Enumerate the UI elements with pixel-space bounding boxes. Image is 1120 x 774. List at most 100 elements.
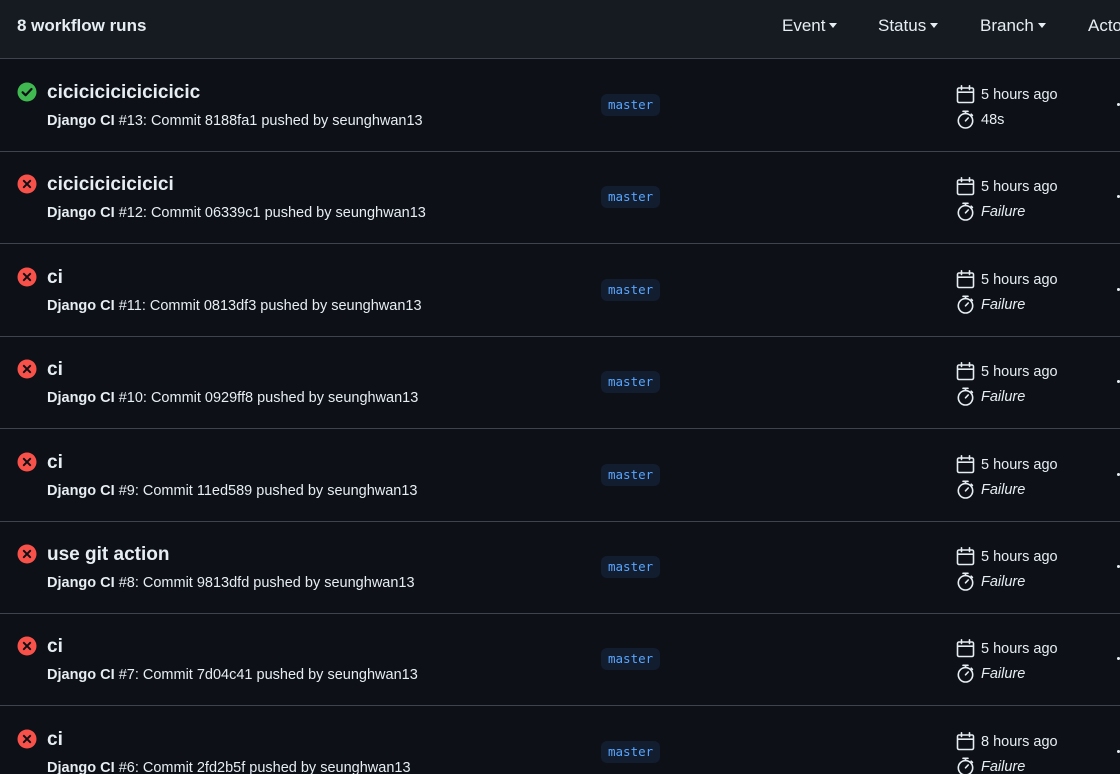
run-time: 5 hours ago <box>981 364 1058 381</box>
x-circle-icon <box>17 636 37 656</box>
run-time: 5 hours ago <box>981 641 1058 658</box>
run-duration: Failure <box>981 758 1026 774</box>
run-time: 5 hours ago <box>981 87 1058 103</box>
branch-badge[interactable]: master <box>601 186 661 209</box>
run-duration: 48s <box>981 112 1005 128</box>
stopwatch-icon <box>956 664 975 684</box>
branch-badge[interactable]: master <box>601 278 661 301</box>
workflow-name: Django CI <box>47 575 115 591</box>
runs-count-title: 8 workflow runs <box>17 16 147 35</box>
runs-header: 8 workflow runs Event Status Branch Acto… <box>0 0 1120 59</box>
stopwatch-icon <box>956 757 975 774</box>
run-title-link[interactable]: ci <box>47 359 63 381</box>
run-description: Django CI #6: Commit 2fd2b5f pushed by s… <box>47 760 411 774</box>
run-commit-info: #12: Commit 06339c1 pushed by seunghwan1… <box>114 205 426 222</box>
branch-filter-button[interactable]: Branch <box>980 16 1046 36</box>
branch-badge[interactable]: master <box>601 740 661 763</box>
run-description: Django CI #13: Commit 8188fa1 pushed by … <box>47 113 423 129</box>
calendar-icon <box>956 454 975 474</box>
workflow-run-row[interactable]: cicicicicicicicicic Django CI #13: Commit… <box>0 60 1120 152</box>
workflow-run-row[interactable]: ci Django CI #9: Commit 11ed589 pushed by… <box>0 430 1120 522</box>
chevron-down-icon <box>930 23 939 29</box>
chevron-down-icon <box>1037 23 1046 29</box>
run-time: 5 hours ago <box>981 456 1058 473</box>
workflow-runs-page: 8 workflow runs Event Status Branch Acto… <box>0 0 1120 774</box>
calendar-icon <box>956 547 975 566</box>
run-time: 5 hours ago <box>981 549 1058 565</box>
run-commit-info: #11: Commit 0813df3 pushed by seunghwan1… <box>114 297 422 314</box>
run-description: Django CI #12: Commit 06339c1 pushed by … <box>47 205 426 221</box>
workflow-name: Django CI <box>47 297 115 314</box>
workflow-run-row[interactable]: ci Django CI #10: Commit 0929ff8 pushed b… <box>0 337 1120 430</box>
calendar-icon <box>956 731 975 751</box>
run-duration: Failure <box>981 389 1026 406</box>
run-title-link[interactable]: ci <box>47 452 63 474</box>
calendar-icon <box>956 269 975 289</box>
run-commit-info: #10: Commit 0929ff8 pushed by seunghwan1… <box>114 390 419 407</box>
workflow-run-row[interactable]: ci Django CI #7: Commit 7d04c41 pushed by… <box>0 614 1120 707</box>
workflow-run-row[interactable]: ci Django CI #11: Commit 0813df3 pushed b… <box>0 245 1120 337</box>
calendar-icon <box>956 85 975 104</box>
workflow-name: Django CI <box>47 390 115 407</box>
workflow-run-row[interactable]: ci Django CI #6: Commit 2fd2b5f pushed by… <box>0 707 1120 774</box>
calendar-icon <box>956 177 975 196</box>
stopwatch-icon <box>956 295 975 314</box>
workflow-run-row[interactable]: cicicicicicicici Django CI #12: Commit 06… <box>0 152 1120 245</box>
run-title-link[interactable]: ci <box>47 267 63 289</box>
run-commit-info: #13: Commit 8188fa1 pushed by seunghwan1… <box>114 113 423 129</box>
run-description: Django CI #9: Commit 11ed589 pushed by s… <box>47 483 418 499</box>
run-commit-info: #9: Commit 11ed589 pushed by seunghwan13 <box>114 482 418 499</box>
event-filter-button[interactable]: Event <box>782 16 838 36</box>
workflow-run-row[interactable]: use git action Django CI #8: Commit 9813d… <box>0 522 1120 614</box>
run-description: Django CI #7: Commit 7d04c41 pushed by s… <box>47 667 418 683</box>
run-duration: Failure <box>981 481 1026 498</box>
stopwatch-icon <box>956 480 975 499</box>
actor-filter-button[interactable]: Actor <box>1088 16 1120 36</box>
branch-badge[interactable]: master <box>601 463 661 486</box>
x-circle-icon <box>17 544 37 564</box>
run-commit-info: #8: Commit 9813dfd pushed by seunghwan13 <box>114 575 415 591</box>
branch-badge[interactable]: master <box>601 648 661 671</box>
run-duration: Failure <box>981 666 1026 683</box>
chevron-down-icon <box>829 23 838 29</box>
branch-filter-label: Branch <box>980 16 1034 35</box>
run-time: 5 hours ago <box>981 271 1058 288</box>
run-title-link[interactable]: cicicicicicicicicic <box>47 82 200 104</box>
run-description: Django CI #8: Commit 9813dfd pushed by s… <box>47 575 415 591</box>
run-description: Django CI #10: Commit 0929ff8 pushed by … <box>47 390 418 406</box>
status-filter-label: Status <box>878 16 927 35</box>
stopwatch-icon <box>956 110 975 129</box>
run-title-link[interactable]: use git action <box>47 544 169 566</box>
branch-badge[interactable]: master <box>601 371 661 394</box>
workflow-name: Django CI <box>47 667 115 684</box>
run-commit-info: #6: Commit 2fd2b5f pushed by seunghwan13 <box>114 759 411 774</box>
actor-filter-label: Actor <box>1088 16 1120 35</box>
check-circle-icon <box>17 82 37 102</box>
status-filter-button[interactable]: Status <box>878 16 939 36</box>
run-duration: Failure <box>981 204 1026 221</box>
run-commit-info: #7: Commit 7d04c41 pushed by seunghwan13 <box>114 667 418 684</box>
workflow-name: Django CI <box>47 759 115 774</box>
x-circle-icon <box>17 452 37 472</box>
event-filter-label: Event <box>782 16 826 35</box>
stopwatch-icon <box>956 387 975 406</box>
branch-badge[interactable]: master <box>601 94 661 116</box>
run-time: 8 hours ago <box>981 733 1058 750</box>
x-circle-icon <box>17 267 37 287</box>
run-title-link[interactable]: ci <box>47 729 63 751</box>
workflow-name: Django CI <box>47 113 115 129</box>
x-circle-icon <box>17 729 37 749</box>
calendar-icon <box>956 639 975 658</box>
stopwatch-icon <box>956 202 975 222</box>
x-circle-icon <box>17 174 37 194</box>
run-description: Django CI #11: Commit 0813df3 pushed by … <box>47 298 422 314</box>
run-time: 5 hours ago <box>981 179 1058 196</box>
x-circle-icon <box>17 359 37 379</box>
stopwatch-icon <box>956 572 975 591</box>
run-title-link[interactable]: cicicicicicicici <box>47 174 174 196</box>
calendar-icon <box>956 362 975 381</box>
run-duration: Failure <box>981 574 1026 590</box>
branch-badge[interactable]: master <box>601 556 661 578</box>
run-title-link[interactable]: ci <box>47 636 63 658</box>
workflow-name: Django CI <box>47 205 115 222</box>
